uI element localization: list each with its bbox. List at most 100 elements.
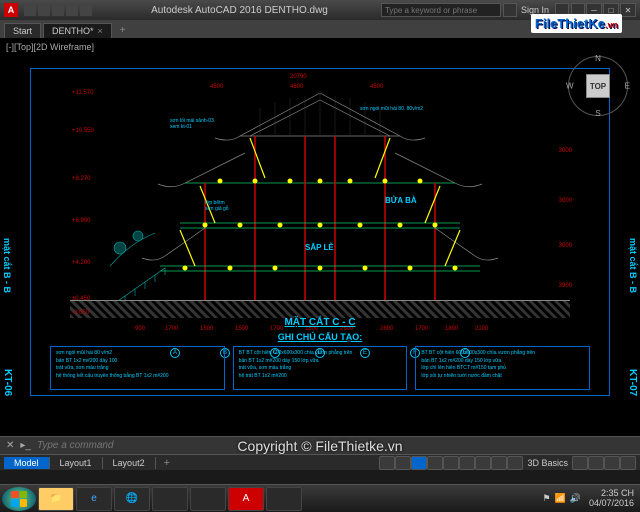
note-3-0: BT BT cột hiên 600x600x300 chìa vươn phẳ… <box>421 350 584 358</box>
tray-network-icon[interactable]: 📶 <box>555 493 566 504</box>
windows-logo-icon <box>11 491 27 507</box>
side-label-left: mặt cắt B - B <box>2 238 12 293</box>
status-ortho-icon[interactable] <box>427 456 443 470</box>
note-3-1: bản BT 1x2 m#200 dày 150 lớp vữa <box>421 358 584 366</box>
cmdline-close-icon[interactable]: ✕ <box>6 440 14 451</box>
qat-new-icon[interactable] <box>24 4 36 16</box>
note-3-2: lớp chì lên hiên BTCT m#150 tạm phủ <box>421 365 584 373</box>
layout-tabs: Model Layout1 Layout2 + 3D Basics <box>0 454 640 470</box>
watermark-vn: .vn <box>605 20 618 30</box>
note-col-2: BT BT cột hiên 600x600x300 chìa vươn phẳ… <box>233 346 408 390</box>
note-2-0: BT BT cột hiên 600x600x300 chìa vươn phẳ… <box>239 350 402 358</box>
note-tag-2: sơn ngói mũi hài 80. 80v/m2 <box>360 106 423 112</box>
tab-file[interactable]: DENTHO* × <box>43 23 112 38</box>
layout-add-button[interactable]: + <box>156 456 178 470</box>
status-transp-icon[interactable] <box>507 456 523 470</box>
status-snap-icon[interactable] <box>411 456 427 470</box>
dim-b3: 1500 <box>200 326 213 332</box>
note-1-3: hệ thống kết cấu truyền thống bằng BT 1x… <box>56 373 219 381</box>
compass-w[interactable]: W <box>566 82 574 91</box>
window-title: Autodesk AutoCAD 2016 DENTHO.dwg <box>98 5 381 16</box>
kt-label-right: KT-07 <box>627 369 638 396</box>
taskbar-ie-icon[interactable]: e <box>76 487 112 511</box>
status-model-icon[interactable] <box>379 456 395 470</box>
status-custom-icon[interactable] <box>620 456 636 470</box>
app-logo-icon[interactable]: A <box>4 3 18 17</box>
qat-redo-icon[interactable] <box>80 4 92 16</box>
tray-flag-icon[interactable]: ⚑ <box>542 493 550 504</box>
status-clean-icon[interactable] <box>604 456 620 470</box>
tab-model[interactable]: Model <box>4 457 50 469</box>
close-icon[interactable]: ✕ <box>620 3 636 17</box>
tab-file-label: DENTHO* <box>52 26 94 36</box>
dim-top: 20790 <box>290 74 307 80</box>
watermark-logo: FileThietKe.vn <box>531 14 622 33</box>
note-col-3: BT BT cột hiên 600x600x300 chìa vươn phẳ… <box>415 346 590 390</box>
status-otrack-icon[interactable] <box>475 456 491 470</box>
note-2-1: bản BT 1x2 m#200 dày 150 lớp vữa <box>239 358 402 366</box>
cmdline-prompt-icon: ▸_ <box>20 440 31 451</box>
side-label-right: mặt cắt B - B <box>628 238 638 293</box>
drawing-canvas[interactable]: [-][Top][2D Wireframe] mặt cắt B - B KT-… <box>0 38 640 436</box>
taskbar-app2-icon[interactable] <box>190 487 226 511</box>
tab-layout1[interactable]: Layout1 <box>50 457 103 469</box>
status-osnap-icon[interactable] <box>459 456 475 470</box>
status-anno-icon[interactable] <box>588 456 604 470</box>
status-lweight-icon[interactable] <box>491 456 507 470</box>
level-4: +6.900 <box>72 218 91 224</box>
qat-save-icon[interactable] <box>52 4 64 16</box>
dim-b9: 1700 <box>415 326 428 332</box>
taskbar-clock[interactable]: 2:35 CH 04/07/2016 <box>585 489 638 509</box>
foundation-hatch <box>70 300 570 318</box>
help-search-input[interactable] <box>381 3 501 17</box>
tab-layout2[interactable]: Layout2 <box>103 457 156 469</box>
building-svg <box>90 88 550 328</box>
taskbar-chrome-icon[interactable]: 🌐 <box>114 487 150 511</box>
level-1: +11.570 <box>72 90 93 96</box>
search-icon[interactable] <box>503 3 517 17</box>
taskbar-app3-icon[interactable] <box>266 487 302 511</box>
level-8: -0.050 <box>72 310 89 316</box>
note-tag-3: lớp bêtm sơn giả gỗ <box>205 200 229 212</box>
viewport-label[interactable]: [-][Top][2D Wireframe] <box>6 42 94 52</box>
room-label-2: SẮP LỄ <box>305 243 334 252</box>
viewcube-face[interactable]: TOP <box>586 74 610 98</box>
system-tray[interactable]: ⚑ 📶 🔊 2:35 CH 04/07/2016 <box>542 489 638 509</box>
qat-open-icon[interactable] <box>38 4 50 16</box>
qat-undo-icon[interactable] <box>66 4 78 16</box>
taskbar-explorer-icon[interactable]: 📁 <box>38 487 74 511</box>
level-3: +8.270 <box>72 176 91 182</box>
compass-n[interactable]: N <box>595 54 601 63</box>
status-polar-icon[interactable] <box>443 456 459 470</box>
notes-title: GHI CHÚ CẤU TẠO: <box>278 332 363 342</box>
note-1-0: sơn ngói mũi hài 80 v/m2 <box>56 350 219 358</box>
watermark-copyright: Copyright © FileThietke.vn <box>237 438 402 454</box>
status-grid-icon[interactable] <box>395 456 411 470</box>
dim-b1: 900 <box>135 326 145 332</box>
watermark-brand: FileThietKe <box>535 16 605 31</box>
tab-start[interactable]: Start <box>4 23 41 38</box>
dim-t1: 4500 <box>210 84 223 90</box>
workspace-label[interactable]: 3D Basics <box>523 458 572 468</box>
drawing-frame: BỬA BÀ SẮP LỄ +11.570 +10.550 +8.270 +6.… <box>30 68 610 396</box>
dim-b10: 1800 <box>445 326 458 332</box>
building-section: BỬA BÀ SẮP LỄ +11.570 +10.550 +8.270 +6.… <box>90 88 550 328</box>
taskbar-autocad-icon[interactable]: A <box>228 487 264 511</box>
compass-s[interactable]: S <box>595 109 600 118</box>
dim-t3: 4500 <box>370 84 383 90</box>
dim-h2: 3000 <box>559 198 572 204</box>
viewcube[interactable]: N S E W TOP <box>568 56 628 116</box>
tab-close-icon[interactable]: × <box>98 26 103 36</box>
note-1-2: trát vữa, sơn màu trắng <box>56 365 219 373</box>
dim-h1: 3000 <box>559 148 572 154</box>
tray-volume-icon[interactable]: 🔊 <box>570 493 581 504</box>
dim-t2: 4600 <box>290 84 303 90</box>
status-gear-icon[interactable] <box>572 456 588 470</box>
start-button[interactable] <box>2 487 36 511</box>
taskbar-app1-icon[interactable] <box>152 487 188 511</box>
dim-h4: 3900 <box>559 283 572 289</box>
note-1-1: bản BT 1x2 m#200 dày 100 <box>56 358 219 366</box>
tab-add-button[interactable]: + <box>114 23 132 38</box>
compass-e[interactable]: E <box>625 82 630 91</box>
notes-block: sơn ngói mũi hài 80 v/m2 bản BT 1x2 m#20… <box>50 346 590 390</box>
